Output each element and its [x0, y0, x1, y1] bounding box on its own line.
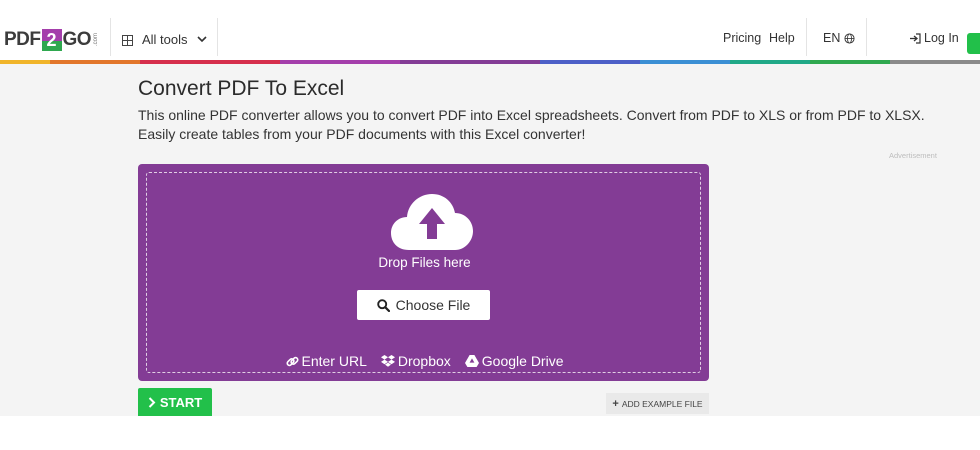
add-example-file-label: ADD EXAMPLE FILE [621, 398, 703, 409]
logo-text-pdf: PDF [4, 29, 41, 50]
file-drop-zone[interactable]: Drop Files here Choose File Enter URL Dr… [138, 164, 709, 381]
google-drive-label: Google Drive [481, 353, 564, 369]
choose-file-button[interactable]: Choose File [357, 290, 490, 320]
language-code: EN [823, 31, 841, 45]
help-link[interactable]: Help [769, 31, 795, 45]
dropbox-button[interactable]: Dropbox [380, 353, 451, 369]
pricing-link[interactable]: Pricing [723, 31, 761, 45]
start-label: START [159, 394, 203, 410]
page-title: Convert PDF To Excel [138, 77, 345, 100]
google-drive-button[interactable]: Google Drive [464, 353, 564, 369]
header-divider [110, 18, 111, 56]
chevron-right-icon [148, 396, 156, 408]
language-selector[interactable]: EN [823, 31, 855, 45]
cloud-upload-icon [391, 194, 473, 250]
enter-url-label: Enter URL [301, 353, 367, 369]
dropbox-label: Dropbox [397, 353, 451, 369]
sign-in-icon [910, 32, 921, 44]
login-label: Log In [924, 31, 959, 45]
chevron-down-icon [196, 33, 208, 45]
choose-file-label: Choose File [395, 297, 471, 313]
logo-text-dotcom: .com [93, 33, 100, 47]
all-tools-menu-button[interactable]: All tools [122, 30, 208, 48]
header-divider [866, 18, 867, 56]
upload-sources: Enter URL Dropbox Google Drive [147, 353, 702, 369]
logo-text-go: GO [62, 29, 92, 50]
header-divider [217, 18, 218, 56]
google-drive-icon [464, 355, 479, 367]
plus-icon: + [612, 397, 619, 410]
top-navigation-bar: PDF 2 GO .com All tools Pricing Help EN … [0, 0, 980, 60]
globe-icon [844, 32, 855, 44]
login-link[interactable]: Log In [909, 31, 959, 45]
search-icon [376, 298, 390, 312]
drop-zone-border: Drop Files here Choose File Enter URL Dr… [146, 172, 701, 373]
pdf2go-logo[interactable]: PDF 2 GO .com [4, 28, 99, 52]
enter-url-button[interactable]: Enter URL [285, 353, 367, 369]
link-icon [285, 356, 299, 366]
grid-icon [122, 34, 133, 46]
page-description: This online PDF converter allows you to … [138, 107, 925, 142]
header-divider [806, 18, 807, 56]
start-button[interactable]: START [138, 388, 212, 416]
all-tools-label: All tools [142, 31, 188, 47]
signup-button-edge[interactable] [967, 33, 980, 54]
add-example-file-button[interactable]: + ADD EXAMPLE FILE [606, 393, 709, 414]
logo-badge-2: 2 [41, 29, 62, 51]
drop-files-text: Drop Files here [378, 255, 471, 270]
dropbox-icon [380, 355, 395, 367]
advertisement-label: Advertisement [889, 151, 937, 160]
